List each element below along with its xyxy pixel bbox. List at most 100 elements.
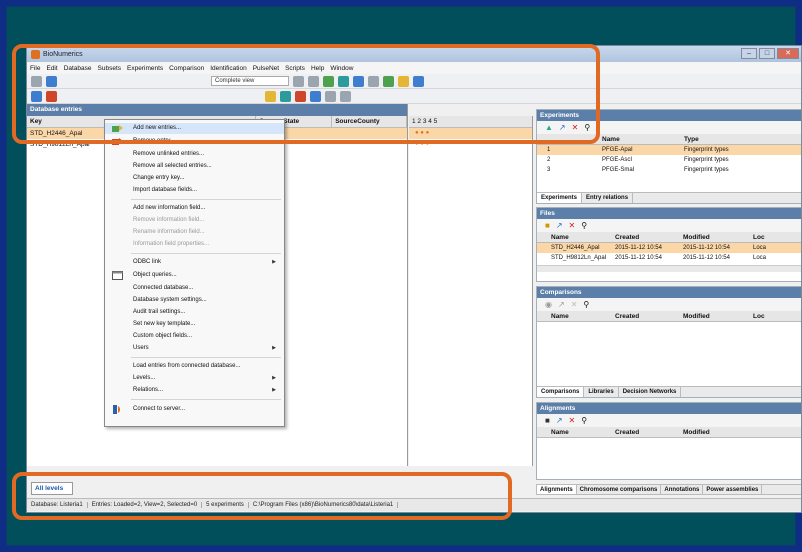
globe-icon[interactable] bbox=[46, 75, 57, 87]
edit-icon[interactable]: ↗ bbox=[559, 123, 566, 132]
folder-icon[interactable]: ■ bbox=[545, 221, 550, 230]
search-icon[interactable]: ⚲ bbox=[583, 300, 589, 309]
edit-icon[interactable]: ↗ bbox=[558, 300, 565, 309]
menu-item-rename-field[interactable]: Rename information field... bbox=[105, 227, 284, 238]
tab-entry-relations[interactable]: Entry relations bbox=[582, 193, 634, 203]
column-name[interactable]: Name bbox=[537, 232, 612, 242]
tab-alignments[interactable]: Alignments bbox=[537, 485, 577, 494]
files-scrollbar[interactable] bbox=[537, 265, 801, 272]
remove-icon[interactable]: ✕ bbox=[569, 221, 576, 230]
menu-comparison[interactable]: Comparison bbox=[169, 65, 204, 72]
table-row[interactable]: 2 PFGE-AscI Fingerprint types bbox=[537, 155, 801, 165]
sort-icon[interactable] bbox=[280, 90, 291, 102]
menu-item-object-queries[interactable]: Object queries... bbox=[105, 270, 284, 281]
remove-icon[interactable]: ✕ bbox=[571, 300, 578, 309]
view-selector[interactable]: Complete view bbox=[211, 76, 289, 86]
tab-libraries[interactable]: Libraries bbox=[584, 387, 619, 397]
menu-window[interactable]: Window bbox=[330, 65, 353, 72]
close-button[interactable]: ✕ bbox=[777, 48, 799, 59]
select-icon[interactable] bbox=[310, 90, 321, 102]
mark-icon[interactable] bbox=[295, 90, 306, 102]
menu-item-add-field[interactable]: Add new information field... bbox=[105, 203, 284, 214]
menu-subsets[interactable]: Subsets bbox=[98, 65, 122, 72]
search-icon[interactable]: ⚲ bbox=[581, 221, 587, 230]
tab-all-levels[interactable]: All levels bbox=[31, 482, 73, 495]
maximize-button[interactable]: □ bbox=[759, 48, 775, 59]
add-comparison-icon[interactable]: ◉ bbox=[545, 300, 552, 309]
menu-identification[interactable]: Identification bbox=[210, 65, 247, 72]
delete-icon[interactable] bbox=[46, 90, 57, 102]
menu-item-remove-selected[interactable]: Remove all selected entries... bbox=[105, 161, 284, 172]
menu-item-relations[interactable]: Relations... ▶ bbox=[105, 385, 284, 396]
column-modified[interactable]: Modified bbox=[680, 427, 750, 437]
column-created[interactable]: Created bbox=[612, 232, 680, 242]
add-alignment-icon[interactable]: ■ bbox=[545, 416, 550, 425]
menu-item-remove-field[interactable]: Remove information field... bbox=[105, 215, 284, 226]
table-row[interactable]: 1 PFGE-ApaI Fingerprint types bbox=[537, 145, 801, 155]
table-row[interactable]: STD_H9812Ln_ApaI 2015-11-12 10:54 2015-1… bbox=[537, 253, 801, 263]
open-db-icon[interactable] bbox=[31, 75, 42, 87]
tree-icon[interactable] bbox=[323, 75, 334, 87]
edit-icon[interactable]: ↗ bbox=[556, 416, 563, 425]
menu-pulsenet[interactable]: PulseNet bbox=[253, 65, 279, 72]
column-name[interactable]: Name bbox=[537, 311, 612, 321]
search-icon[interactable]: ⚲ bbox=[581, 416, 587, 425]
menu-item-custom-fields[interactable]: Custom object fields... bbox=[105, 331, 284, 342]
menu-item-db-settings[interactable]: Database system settings... bbox=[105, 295, 284, 306]
menu-item-import-fields[interactable]: Import database fields... bbox=[105, 185, 284, 196]
fingerprint-row[interactable]: ● ● ● bbox=[409, 128, 532, 139]
remove-icon[interactable]: ✕ bbox=[569, 416, 576, 425]
menu-item-remove-unlinked[interactable]: Remove unlinked entries... bbox=[105, 149, 284, 160]
search-icon[interactable]: ⚲ bbox=[584, 123, 590, 132]
menu-item-remove-entry[interactable]: Remove entry... bbox=[105, 136, 284, 147]
minimize-button[interactable]: – bbox=[741, 48, 757, 59]
remove-icon[interactable]: ✕ bbox=[572, 123, 579, 132]
tools-icon[interactable] bbox=[413, 75, 424, 87]
tab-experiments[interactable]: Experiments bbox=[537, 193, 583, 203]
menu-scripts[interactable]: Scripts bbox=[285, 65, 305, 72]
chart-icon[interactable] bbox=[353, 75, 364, 87]
filter-icon[interactable] bbox=[265, 90, 276, 102]
menu-item-connected-db[interactable]: Connected database... bbox=[105, 283, 284, 294]
copy-icon[interactable] bbox=[340, 90, 351, 102]
menu-item-users[interactable]: Users ▶ bbox=[105, 343, 284, 354]
menu-item-audit-trail[interactable]: Audit trail settings... bbox=[105, 307, 284, 318]
tab-comparisons[interactable]: Comparisons bbox=[537, 387, 585, 397]
menu-item-add-new-entries[interactable]: Add new entries... bbox=[105, 123, 284, 134]
menu-item-field-properties[interactable]: Information field properties... bbox=[105, 239, 284, 250]
column-created[interactable]: Created bbox=[612, 311, 680, 321]
grid-icon[interactable] bbox=[293, 75, 304, 87]
column-modified[interactable]: Modified bbox=[680, 311, 750, 321]
table-row[interactable]: 3 PFGE-SmaI Fingerprint types bbox=[537, 165, 801, 175]
tab-chromosome-comparisons[interactable]: Chromosome comparisons bbox=[577, 485, 662, 494]
edit-icon[interactable] bbox=[325, 90, 336, 102]
column-type[interactable]: Type bbox=[681, 134, 801, 144]
menu-item-odbc-link[interactable]: ODBC link ▶ bbox=[105, 257, 284, 268]
table-row[interactable]: STD_H2446_ApaI 2015-11-12 10:54 2015-11-… bbox=[537, 243, 801, 253]
menu-item-key-template[interactable]: Set new key template... bbox=[105, 319, 284, 330]
edit-icon[interactable]: ↗ bbox=[556, 221, 563, 230]
tab-decision-networks[interactable]: Decision Networks bbox=[619, 387, 682, 397]
column-loc[interactable]: Loc bbox=[750, 232, 790, 242]
column-name[interactable]: Name bbox=[599, 134, 681, 144]
menu-help[interactable]: Help bbox=[311, 65, 324, 72]
line-chart-icon[interactable] bbox=[368, 75, 379, 87]
image-icon[interactable] bbox=[383, 75, 394, 87]
tab-power-assemblies[interactable]: Power assemblies bbox=[703, 485, 763, 494]
menu-file[interactable]: File bbox=[30, 65, 40, 72]
add-experiment-icon[interactable]: ▲ bbox=[545, 123, 553, 132]
menu-item-connect-server[interactable]: Connect to server... bbox=[105, 404, 284, 415]
arrow-icon[interactable] bbox=[31, 90, 42, 102]
menu-edit[interactable]: Edit bbox=[46, 65, 57, 72]
column-loc[interactable]: Loc bbox=[750, 311, 790, 321]
column-modified[interactable]: Modified bbox=[680, 232, 750, 242]
menu-item-load-entries[interactable]: Load entries from connected database... bbox=[105, 361, 284, 372]
column-created[interactable]: Created bbox=[612, 427, 680, 437]
menu-item-levels[interactable]: Levels... ▶ bbox=[105, 373, 284, 384]
cluster-icon[interactable] bbox=[338, 75, 349, 87]
menu-experiments[interactable]: Experiments bbox=[127, 65, 163, 72]
column-name[interactable]: Name bbox=[537, 427, 612, 437]
list-icon[interactable] bbox=[308, 75, 319, 87]
menu-item-change-key[interactable]: Change entry key... bbox=[105, 173, 284, 184]
fingerprint-row[interactable]: ● ● ● bbox=[409, 139, 532, 150]
